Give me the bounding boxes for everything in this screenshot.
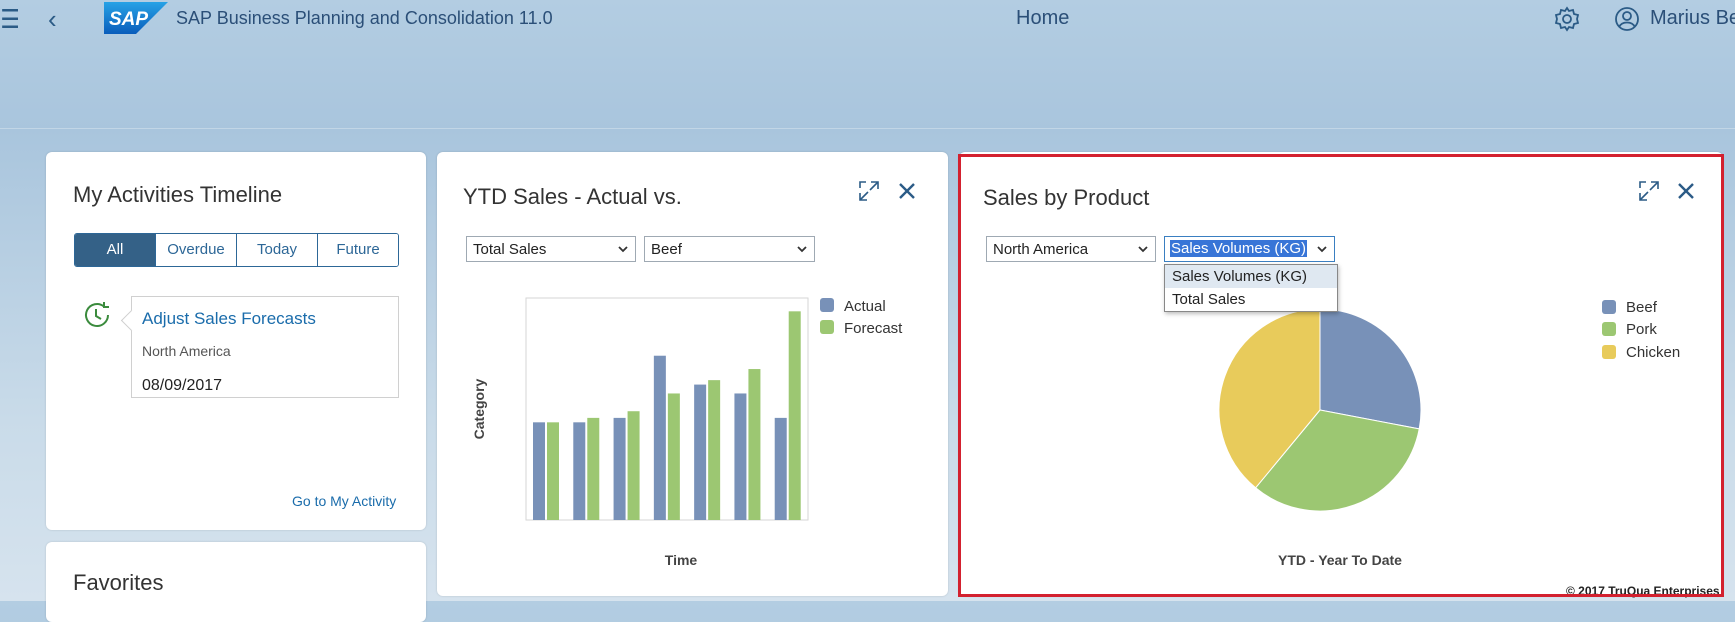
legend-pork: Pork [1602, 321, 1657, 338]
bar-forecast [667, 393, 680, 520]
shell-divider [0, 128, 1735, 129]
user-name[interactable]: Marius Be [1650, 7, 1735, 30]
filter-today-button[interactable]: Today [236, 234, 317, 266]
activities-title: My Activities Timeline [73, 182, 283, 207]
chevron-down-icon [618, 246, 628, 253]
legend-label-forecast: Forecast [844, 320, 903, 337]
expand-icon[interactable] [1638, 180, 1660, 202]
bar-actual [694, 384, 707, 520]
legend-beef: Beef [1602, 299, 1657, 316]
dropdown-option-total-sales[interactable]: Total Sales [1165, 288, 1337, 311]
close-icon[interactable] [896, 180, 918, 202]
bar-forecast [708, 380, 721, 520]
chevron-down-icon [1317, 246, 1327, 253]
measure-select[interactable]: Total Sales [466, 236, 636, 262]
legend-chicken: Chicken [1602, 344, 1680, 361]
volume-measure-select[interactable]: Sales Volumes (KG) [1164, 236, 1335, 262]
x-axis-label: Time [665, 552, 698, 568]
region-select[interactable]: North America [986, 236, 1156, 262]
expand-icon[interactable] [858, 180, 880, 202]
activity-card[interactable]: Adjust Sales Forecasts North America 08/… [131, 296, 399, 398]
back-icon[interactable]: ‹ [48, 6, 57, 32]
bar-forecast [788, 311, 801, 520]
measure-dropdown-list: Sales Volumes (KG) Total Sales [1164, 264, 1338, 312]
user-icon[interactable] [1614, 6, 1640, 32]
bar-actual [774, 417, 787, 520]
dropdown-option-sales-volumes[interactable]: Sales Volumes (KG) [1165, 265, 1337, 288]
pie-slice-beef [1319, 308, 1422, 430]
bar-actual [573, 422, 586, 520]
sap-logo-text: SAP [109, 9, 148, 30]
filter-overdue-button[interactable]: Overdue [155, 234, 236, 266]
page-title[interactable]: Home [1016, 7, 1069, 30]
ytd-bar-chart: Time Category Actual Forecast [471, 297, 903, 568]
bar-forecast [627, 411, 640, 520]
bar-actual [653, 355, 666, 520]
measure-select-value: Total Sales [473, 241, 547, 258]
bar-forecast [547, 422, 559, 520]
bar-actual [734, 393, 747, 520]
close-icon[interactable] [1675, 180, 1697, 202]
filter-future-button[interactable]: Future [317, 234, 398, 266]
activity-title[interactable]: Adjust Sales Forecasts [142, 309, 316, 329]
legend-label: Beef [1626, 299, 1657, 316]
menu-icon[interactable]: ☰ [0, 6, 18, 32]
legend-swatch [1602, 300, 1616, 314]
sap-logo[interactable]: SAP [104, 2, 168, 34]
activity-date: 08/09/2017 [142, 377, 223, 394]
favorites-title: Favorites [73, 570, 164, 595]
legend-label-actual: Actual [844, 298, 886, 315]
ytd-sales-title: YTD Sales - Actual vs. [463, 184, 682, 209]
bar-forecast [748, 369, 761, 520]
pie-x-axis-label: YTD - Year To Date [1278, 552, 1402, 568]
copyright-text: © 2017 TruQua Enterprises [1566, 584, 1720, 598]
chevron-down-icon [797, 246, 807, 253]
legend-swatch [1602, 345, 1616, 359]
region-select-value: North America [993, 241, 1089, 258]
plot-area [525, 297, 809, 521]
gear-icon[interactable] [1554, 6, 1580, 32]
bar-actual [613, 417, 626, 520]
shell-bar: ☰ ‹ SAP SAP Business Planning and Consol… [0, 0, 1735, 40]
y-axis-label: Category [471, 378, 487, 439]
legend-label: Chicken [1626, 344, 1681, 361]
legend-label: Pork [1626, 321, 1657, 338]
product-select-value: Beef [651, 241, 682, 258]
filter-all-button[interactable]: All [75, 234, 155, 266]
bar-forecast [587, 417, 600, 520]
activity-filter: All Overdue Today Future [74, 233, 399, 267]
go-to-activity-link[interactable]: Go to My Activity [292, 493, 396, 509]
activity-region: North America [142, 343, 231, 359]
timeline-clock-icon [82, 300, 112, 330]
product-pie-chart [1218, 308, 1422, 512]
legend-swatch [820, 298, 834, 312]
legend-swatch [1602, 322, 1616, 336]
volume-measure-select-value: Sales Volumes (KG) [1170, 240, 1308, 257]
sales-by-product-title: Sales by Product [983, 185, 1150, 210]
chevron-down-icon [1138, 246, 1148, 253]
bar-actual [533, 422, 545, 520]
product-select[interactable]: Beef [644, 236, 815, 262]
legend-swatch [820, 320, 834, 334]
app-title: SAP Business Planning and Consolidation … [176, 8, 553, 28]
